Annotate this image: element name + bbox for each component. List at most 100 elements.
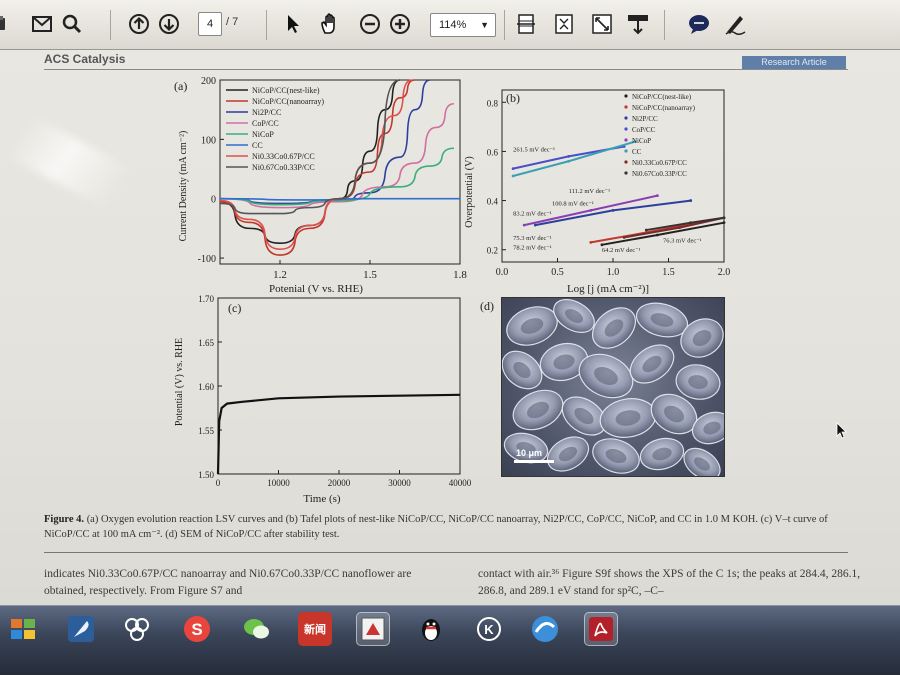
select-arrow-icon[interactable] (282, 11, 304, 37)
panel-c-xtick-label: 0 (216, 478, 221, 488)
feather-app-icon[interactable] (64, 612, 98, 646)
panel-a-legend-label: Ni2P/CC (252, 108, 281, 117)
sem-micrograph: 10 μm (502, 299, 724, 476)
panel-b-xtick-label: 1.0 (607, 267, 620, 278)
panel-c-xtick-label: 40000 (449, 478, 472, 488)
tafel-slope-label: 261.5 mV dec⁻¹ (513, 146, 555, 153)
panel-b-legend-label: Ni0.33Co0.67P/CC (632, 159, 687, 167)
panel-a-legend-label: CoP/CC (252, 119, 279, 128)
panel-c-xtick-label: 30000 (388, 478, 411, 488)
tafel-point (678, 226, 681, 230)
panel-b-xlabel: Log [j (mA cm⁻²)] (567, 283, 649, 295)
panel-b-ytick-label: 0.6 (487, 147, 499, 157)
toolbar-divider (664, 10, 665, 40)
panel-b-ytick-label: 0.8 (487, 98, 499, 108)
panel-b-ylabel: Overpotential (V) (464, 156, 475, 227)
tafel-point (589, 209, 593, 212)
acrobat-task-icon[interactable] (356, 612, 390, 646)
panel-c-xlabel: Time (s) (303, 493, 341, 505)
panel-b-legend-label: NiCoP/CC(nest-like) (632, 93, 692, 101)
news-app-icon[interactable]: 新闻 (298, 612, 332, 646)
panel-c-ytick-label: 1.55 (198, 426, 214, 436)
pdf-page[interactable]: ACS Catalysis Research Article (a) Curre… (0, 50, 900, 605)
panel-b-label: (b) (506, 91, 520, 105)
caption-text: (a) Oxygen evolution reaction LSV curves… (44, 514, 828, 540)
panel-a-legend-label: NiCoP/CC(nanoarray) (252, 97, 324, 106)
fit-width-icon[interactable] (514, 11, 538, 37)
panel-c-label: (c) (228, 301, 241, 315)
pdf-toolbar: 4 / 7 114% ▼ (0, 0, 900, 50)
sign-pen-icon[interactable] (722, 11, 748, 37)
panel-c-ytick-label: 1.70 (198, 294, 214, 304)
print-icon[interactable] (0, 11, 10, 37)
panel-a-legend-label: CC (252, 141, 263, 150)
network-app-icon[interactable] (120, 612, 154, 646)
search-icon[interactable] (60, 11, 84, 37)
stability-curve (216, 393, 461, 475)
toolbar-divider (110, 10, 111, 40)
screen-glare (9, 114, 129, 210)
panel-c-ytick-label: 1.50 (198, 470, 214, 480)
page-up-icon[interactable] (126, 11, 152, 37)
fullscreen-icon[interactable] (590, 11, 614, 37)
panel-a-ytick-label: 0 (211, 195, 216, 206)
panel-a-xtick-label: 1.5 (363, 269, 377, 281)
caption-rule (44, 552, 848, 553)
zoom-level-select[interactable]: 114% ▼ (430, 13, 496, 37)
qq-penguin-icon[interactable] (414, 612, 448, 646)
panel-b-legend-label: CC (632, 148, 642, 156)
hand-tool-icon[interactable] (318, 11, 342, 37)
sem-image: 10 μm (501, 297, 725, 477)
stability-chart: (c) Potential (V) vs. RHE Time (s) 1.70 1… (174, 294, 472, 505)
sogou-app-icon[interactable]: S (180, 612, 214, 646)
mouse-cursor-icon (836, 422, 847, 439)
panel-c-ytick-label: 1.60 (198, 382, 214, 392)
tafel-point (567, 159, 570, 163)
tafel-slope-label: 78.2 mV dec⁻¹ (513, 245, 552, 252)
panel-a-ytick-label: 200 (201, 76, 216, 87)
taskbar: S 新闻 K (0, 605, 900, 675)
start-icon[interactable] (6, 612, 40, 646)
comment-icon[interactable] (686, 11, 712, 37)
fit-page-icon[interactable] (552, 11, 576, 37)
panel-b-xtick-label: 1.5 (662, 267, 675, 278)
panel-d-label-svg: (d) (480, 299, 494, 313)
tafel-slope-label: 111.2 mV dec⁻¹ (569, 188, 610, 195)
panel-a-ytick-label: -100 (198, 254, 216, 265)
mail-icon[interactable] (30, 11, 54, 37)
tafel-slope-label: 64.2 mV dec⁻¹ (602, 247, 641, 254)
panel-a-ytick-label: 100 (201, 135, 216, 146)
article-type-badge: Research Article (742, 56, 846, 69)
panel-b-legend-swatch (624, 105, 628, 109)
panel-c-ytick-label: 1.65 (198, 338, 214, 348)
panel-b-ytick-label: 0.4 (487, 197, 499, 207)
tafel-point (689, 199, 693, 202)
panel-b-ytick-label: 0.2 (487, 246, 498, 256)
panel-b-legend-swatch (624, 127, 628, 131)
zoom-out-icon[interactable] (358, 11, 382, 37)
page-total-label: / 7 (226, 16, 239, 28)
tafel-point (656, 194, 659, 198)
panel-a-xtick-label: 1.2 (273, 269, 287, 281)
panel-a-legend-label: NiCoP/CC(nest-like) (252, 86, 320, 95)
tafel-point (689, 221, 693, 225)
panel-a-ylabel: Current Density (mA cm⁻²) (178, 131, 189, 242)
page-number-input[interactable]: 4 (198, 12, 222, 36)
news-app-label: 新闻 (304, 624, 326, 636)
panel-b-legend-label: Ni2P/CC (632, 115, 658, 123)
panel-c-xtick-label: 10000 (267, 478, 290, 488)
zoom-in-icon[interactable] (388, 11, 412, 37)
page-down-icon[interactable] (156, 11, 182, 37)
globe-app-icon[interactable] (528, 612, 562, 646)
tafel-slope-label: 75.3 mV dec⁻¹ (513, 235, 552, 242)
panel-b-legend-swatch (624, 149, 628, 153)
pdf-reader-icon[interactable] (584, 612, 618, 646)
k-app-icon[interactable]: K (472, 612, 506, 646)
read-mode-icon[interactable] (626, 11, 650, 37)
chevron-down-icon: ▼ (480, 20, 489, 30)
svg-text:K: K (484, 622, 494, 637)
wechat-app-icon[interactable] (240, 612, 274, 646)
panel-b-legend-label: CoP/CC (632, 126, 656, 134)
caption-lead: Figure 4. (44, 514, 85, 525)
journal-name: ACS Catalysis (44, 52, 126, 66)
